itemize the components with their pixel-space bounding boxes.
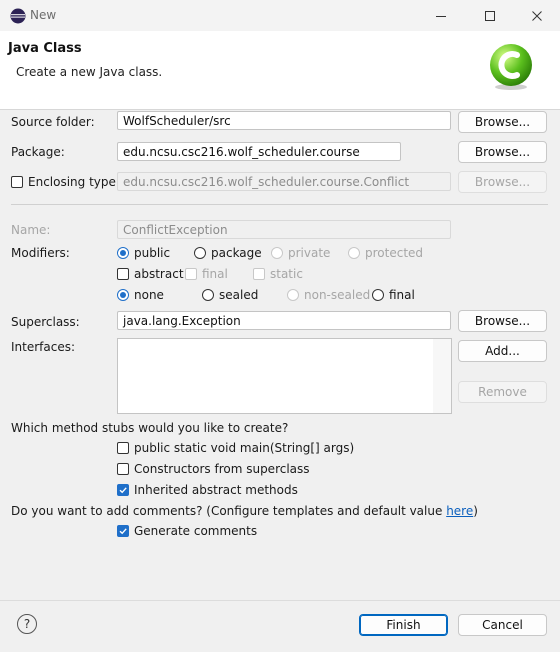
name-input: ConflictException [117, 220, 451, 239]
enclosing-type-input: edu.ncsu.csc216.wolf_scheduler.course.Co… [117, 172, 451, 191]
modifier-static-label: static [270, 267, 303, 281]
sealing-none-radio[interactable]: none [117, 288, 164, 302]
method-stubs-question: Which method stubs would you like to cre… [11, 421, 289, 435]
name-label: Name: [11, 223, 51, 237]
radio-button[interactable] [117, 289, 129, 301]
generate-comments-checkbox[interactable]: Generate comments [117, 524, 257, 538]
sealing-non-sealed-radio: non-sealed [287, 288, 370, 302]
minimize-icon [436, 15, 446, 17]
modifier-private-label: private [288, 246, 331, 260]
enclosing-type-label: Enclosing type: [28, 175, 120, 189]
superclass-label: Superclass: [11, 315, 80, 329]
remove-interface-button: Remove [458, 381, 547, 403]
comments-question: Do you want to add comments? (Configure … [11, 504, 478, 518]
sealing-non-sealed-label: non-sealed [304, 288, 371, 302]
enclosing-type-checkbox-box[interactable] [11, 176, 23, 188]
radio-button [287, 289, 299, 301]
radio-button[interactable] [372, 289, 384, 301]
minimize-button[interactable] [418, 0, 464, 31]
checkbox-box [185, 268, 197, 280]
stub-main-checkbox[interactable]: public static void main(String[] args) [117, 441, 354, 455]
modifier-public-label: public [134, 246, 171, 260]
close-icon [532, 10, 542, 21]
modifier-package-radio[interactable]: package [194, 246, 262, 260]
checkbox-box[interactable] [117, 484, 129, 496]
generate-comments-label: Generate comments [134, 524, 258, 538]
banner-separator [0, 109, 560, 110]
sealing-final-radio[interactable]: final [372, 288, 415, 302]
checkbox-box [253, 268, 265, 280]
modifier-private-radio: private [271, 246, 330, 260]
interfaces-list-scrollbar[interactable] [433, 339, 451, 413]
finish-button[interactable]: Finish [359, 614, 448, 636]
window-title: New [30, 8, 57, 22]
modifier-protected-radio: protected [348, 246, 423, 260]
help-glyph: ? [23, 617, 31, 631]
section-separator [11, 204, 548, 205]
help-icon[interactable]: ? [17, 614, 37, 634]
radio-button[interactable] [194, 247, 206, 259]
source-folder-input[interactable]: WolfScheduler/src [117, 111, 451, 130]
package-label: Package: [11, 145, 65, 159]
cancel-button[interactable]: Cancel [458, 614, 547, 636]
interfaces-list[interactable] [117, 338, 452, 414]
wizard-page-title: Java Class [8, 41, 82, 56]
configure-templates-link[interactable]: here [446, 504, 473, 518]
maximize-button[interactable] [467, 0, 513, 31]
checkmark-icon [119, 487, 127, 494]
modifier-abstract-label: abstract [134, 267, 184, 281]
comments-question-text: Do you want to add comments? (Configure … [11, 504, 447, 518]
add-interface-button[interactable]: Add... [458, 340, 547, 362]
modifier-package-label: package [211, 246, 262, 260]
radio-button [348, 247, 360, 259]
modifier-static-checkbox: static [253, 267, 303, 281]
modifier-abstract-checkbox[interactable]: abstract [117, 267, 184, 281]
stub-main-label: public static void main(String[] args) [134, 441, 355, 455]
checkmark-icon [119, 528, 127, 535]
radio-button[interactable] [202, 289, 214, 301]
modifier-public-radio[interactable]: public [117, 246, 170, 260]
maximize-icon [485, 10, 495, 21]
modifier-protected-label: protected [365, 246, 424, 260]
sealing-sealed-label: sealed [219, 288, 259, 302]
stub-inherited-label: Inherited abstract methods [134, 483, 298, 497]
new-class-wizard-icon [490, 44, 532, 90]
checkbox-box[interactable] [117, 268, 129, 280]
sealing-final-label: final [389, 288, 415, 302]
eclipse-app-icon [10, 8, 26, 24]
stub-constructors-label: Constructors from superclass [134, 462, 310, 476]
modifiers-label: Modifiers: [11, 246, 70, 260]
checkbox-box[interactable] [117, 525, 129, 537]
sealing-none-label: none [134, 288, 164, 302]
interfaces-label: Interfaces: [11, 340, 76, 354]
modifier-final-checkbox: final [185, 267, 228, 281]
package-browse-button[interactable]: Browse... [458, 141, 547, 163]
enclosing-type-browse-button: Browse... [458, 171, 547, 193]
superclass-browse-button[interactable]: Browse... [458, 310, 547, 332]
modifier-final-label: final [202, 267, 228, 281]
radio-button [271, 247, 283, 259]
wizard-page-description: Create a new Java class. [16, 65, 163, 79]
radio-button[interactable] [117, 247, 129, 259]
close-button[interactable] [514, 0, 560, 31]
stub-inherited-checkbox[interactable]: Inherited abstract methods [117, 483, 298, 497]
comments-question-end: ) [473, 504, 478, 518]
checkbox-box[interactable] [117, 463, 129, 475]
superclass-input[interactable]: java.lang.Exception [117, 311, 451, 330]
source-folder-label: Source folder: [11, 115, 95, 129]
source-folder-browse-button[interactable]: Browse... [458, 111, 547, 133]
footer-separator [0, 600, 560, 601]
stub-constructors-checkbox[interactable]: Constructors from superclass [117, 462, 310, 476]
package-input[interactable]: edu.ncsu.csc216.wolf_scheduler.course [117, 142, 401, 161]
sealing-sealed-radio[interactable]: sealed [202, 288, 258, 302]
enclosing-type-checkbox[interactable]: Enclosing type: [11, 175, 120, 189]
checkbox-box[interactable] [117, 442, 129, 454]
